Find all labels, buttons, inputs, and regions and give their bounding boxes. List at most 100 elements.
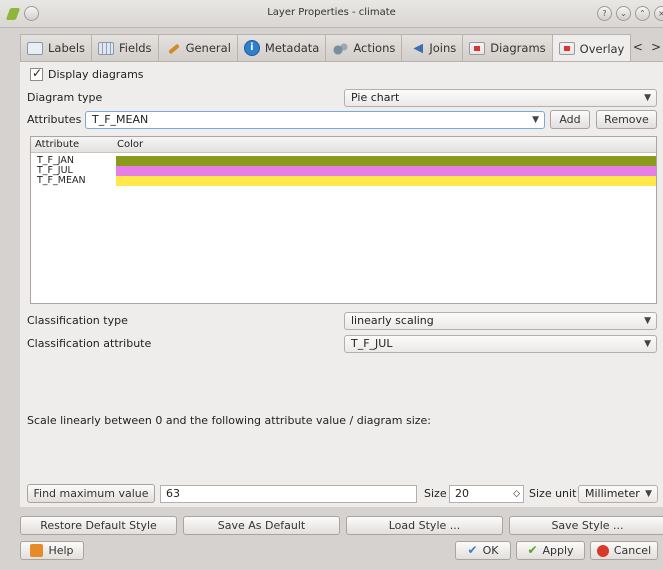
remove-attribute-button[interactable]: Remove <box>596 110 657 129</box>
size-spinbox[interactable]: 20 ◇ <box>449 485 524 503</box>
apply-check-icon: ✔ <box>527 543 538 557</box>
tab-label: Diagrams <box>490 41 546 55</box>
attribute-color-swatch[interactable] <box>116 176 656 186</box>
cancel-label: Cancel <box>613 544 652 557</box>
classification-attribute-row: Classification attribute <box>27 337 151 350</box>
chevron-down-icon: ▼ <box>644 93 651 103</box>
find-maximum-value-button[interactable]: Find maximum value <box>27 484 155 503</box>
tab-fields[interactable]: Fields <box>91 34 159 61</box>
tab-label: Metadata <box>264 41 320 55</box>
attributes-row: Attributes <box>27 113 81 126</box>
table-header: Attribute Color <box>31 137 656 153</box>
ok-button[interactable]: ✔ OK <box>455 541 511 560</box>
window-controls: ? ⌄ ⌃ × <box>597 6 663 21</box>
tab-label: Actions <box>353 41 396 55</box>
display-diagrams-checkbox[interactable]: Display diagrams <box>30 66 144 81</box>
diagrams-icon <box>469 41 486 55</box>
table-row[interactable]: T_F_JUL <box>31 166 656 176</box>
ok-label: OK <box>482 544 499 557</box>
table-row[interactable]: T_F_MEAN <box>31 176 656 186</box>
chevron-down-icon: ▼ <box>645 489 652 499</box>
diagram-type-label: Diagram type <box>27 91 103 104</box>
apply-button[interactable]: ✔ Apply <box>516 541 585 560</box>
tab-labels[interactable]: Labels <box>20 34 93 61</box>
scale-text: Scale linearly between 0 and the followi… <box>27 414 432 427</box>
joins-icon <box>408 42 424 55</box>
classification-attribute-value: T_F_JUL <box>351 337 393 350</box>
column-header-attribute[interactable]: Attribute <box>35 139 79 150</box>
maximum-value-input[interactable]: 63 <box>160 485 417 503</box>
help-window-button[interactable]: ? <box>597 6 612 21</box>
close-window-button[interactable]: × <box>654 6 663 21</box>
table-row[interactable]: T_F_JAN <box>31 156 656 166</box>
title-bar: Layer Properties - climate ? ⌄ ⌃ × <box>0 0 663 28</box>
size-unit-value: Millimeter <box>585 487 640 500</box>
tab-scroll-buttons: < > <box>633 40 661 54</box>
tab-actions[interactable]: Actions <box>325 34 403 61</box>
tab-scroll-left-button[interactable]: < <box>633 40 643 54</box>
attribute-name: T_F_MEAN <box>37 175 86 186</box>
save-as-default-button[interactable]: Save As Default <box>183 516 340 535</box>
apply-label: Apply <box>542 544 574 557</box>
size-label: Size <box>424 487 447 500</box>
diagram-type-row: Diagram type <box>27 91 102 104</box>
check-icon: ✔ <box>467 543 478 557</box>
metadata-icon: i <box>243 40 260 56</box>
classification-type-select[interactable]: linearly scaling ▼ <box>344 312 657 330</box>
tab-label: Fields <box>119 41 152 55</box>
load-style-button[interactable]: Load Style ... <box>346 516 503 535</box>
classification-type-label: Classification type <box>27 314 128 327</box>
scale-description: Scale linearly between 0 and the followi… <box>27 414 431 427</box>
size-row: Size <box>424 487 447 500</box>
size-unit-row: Size unit <box>529 487 576 500</box>
restore-default-style-button[interactable]: Restore Default Style <box>20 516 177 535</box>
tab-label: Labels <box>48 41 86 55</box>
tab-joins[interactable]: Joins <box>401 34 464 61</box>
attribute-color-swatch[interactable] <box>116 156 656 166</box>
classification-type-row: Classification type <box>27 314 128 327</box>
attribute-color-swatch[interactable] <box>116 166 656 176</box>
size-unit-select[interactable]: Millimeter ▼ <box>578 485 658 503</box>
tab-overlay[interactable]: Overlay <box>551 34 632 62</box>
display-diagrams-label: Display diagrams <box>48 68 144 81</box>
add-attribute-button[interactable]: Add <box>550 110 590 129</box>
classification-attribute-label: Classification attribute <box>27 337 152 350</box>
tab-bar: Labels Fields General i Metadata Actions … <box>20 34 632 62</box>
column-header-color[interactable]: Color <box>117 139 143 150</box>
tab-scroll-right-button[interactable]: > <box>651 40 661 54</box>
actions-icon <box>332 41 349 55</box>
attributes-value: T_F_MEAN <box>92 113 149 126</box>
classification-type-value: linearly scaling <box>351 314 434 327</box>
chevron-down-icon: ▼ <box>644 316 651 326</box>
overlay-icon <box>558 42 575 55</box>
fields-icon <box>98 41 115 55</box>
chevron-down-icon: ▼ <box>644 339 651 349</box>
attribute-color-table: Attribute Color T_F_JAN T_F_JUL T_F_MEAN <box>30 136 657 304</box>
size-unit-label: Size unit <box>529 487 577 500</box>
tab-general[interactable]: General <box>157 34 238 61</box>
size-value: 20 <box>455 487 469 500</box>
attributes-label: Attributes <box>27 113 82 126</box>
save-style-button[interactable]: Save Style ... <box>509 516 663 535</box>
tab-label: Joins <box>429 41 457 55</box>
window-title: Layer Properties - climate <box>267 7 396 18</box>
diagram-type-value: Pie chart <box>351 91 400 104</box>
cancel-button[interactable]: Cancel <box>590 541 658 560</box>
chevron-down-icon: ▼ <box>532 115 539 125</box>
tab-diagrams[interactable]: Diagrams <box>462 34 553 61</box>
cancel-icon <box>596 544 609 557</box>
tab-label: General <box>185 41 231 55</box>
minimize-window-button[interactable]: ⌄ <box>616 6 631 21</box>
classification-attribute-select[interactable]: T_F_JUL ▼ <box>344 335 657 353</box>
help-icon <box>30 544 44 557</box>
maximize-window-button[interactable]: ⌃ <box>635 6 650 21</box>
checkbox-checked-icon[interactable] <box>30 66 43 81</box>
diagram-type-select[interactable]: Pie chart ▼ <box>344 89 657 107</box>
general-icon <box>165 42 181 55</box>
help-label: Help <box>48 544 74 557</box>
help-button[interactable]: Help <box>20 541 84 560</box>
tab-label: Overlay <box>579 41 625 56</box>
tab-metadata[interactable]: i Metadata <box>236 34 327 61</box>
attributes-select[interactable]: T_F_MEAN ▼ <box>85 111 545 129</box>
spinner-arrows-icon[interactable]: ◇ <box>513 486 520 502</box>
